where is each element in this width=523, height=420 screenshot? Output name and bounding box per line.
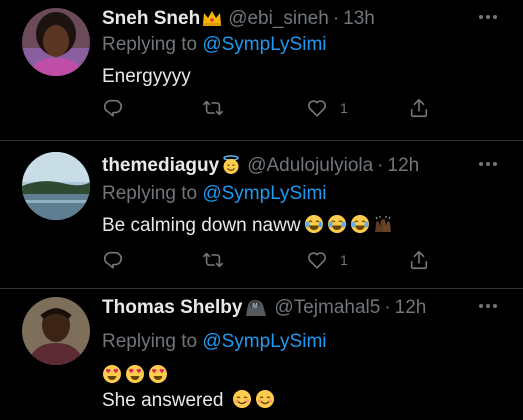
tweet-actions: 1: [102, 248, 432, 272]
avatar-photo: [22, 8, 90, 76]
like-count: 1: [340, 252, 348, 268]
tweet-reply-themediaguy[interactable]: themediaguy @Adulojulyiola · 12h Replyin…: [0, 141, 523, 288]
gorilla-emoji-icon: [244, 297, 268, 320]
mention-link[interactable]: @SympLySimi: [202, 183, 326, 204]
replying-to: Replying to @SympLySimi: [102, 331, 327, 353]
username-handle[interactable]: @Adulojulyiola: [247, 155, 373, 177]
smiling-face-with-heart-eyes-icon: [102, 364, 122, 384]
tweet-actions: 1: [102, 96, 432, 120]
smiling-face-with-heart-eyes-icon: [125, 364, 145, 384]
avatar[interactable]: [22, 8, 90, 76]
more-options-icon[interactable]: [479, 304, 497, 308]
retweet-icon: [203, 100, 223, 116]
retweet-button[interactable]: [202, 96, 224, 120]
replying-to-label: Replying to: [102, 183, 198, 204]
tweet-emoji-line: [102, 364, 168, 387]
face-with-tears-of-joy-icon: [327, 214, 347, 234]
avatar-photo: [22, 297, 90, 365]
tweet-header: themediaguy @Adulojulyiola · 12h: [102, 153, 419, 179]
tweet-reply-thomas-shelby[interactable]: Thomas Shelby @Tejmahal5 · 12h Replying …: [0, 289, 523, 420]
timestamp[interactable]: 13h: [343, 8, 375, 30]
face-with-tears-of-joy-icon: [304, 214, 324, 234]
reply-icon: [103, 99, 123, 117]
tweet-text: Be calming down naww: [102, 215, 301, 236]
smiling-face-with-smiling-eyes-icon: [232, 389, 252, 409]
like-icon: [308, 100, 326, 117]
retweet-icon: [203, 252, 223, 268]
smiling-face-with-smiling-eyes-icon: [255, 389, 275, 409]
tweet-text-line: Be calming down naww: [102, 214, 393, 237]
tweet-text: Energyyyy: [102, 66, 191, 87]
more-options-icon[interactable]: [479, 162, 497, 166]
tweet-reply-sneh-sneh[interactable]: Sneh Sneh @ebi_sineh · 13h Replying to @…: [0, 0, 523, 140]
smiling-face-with-heart-eyes-icon: [148, 364, 168, 384]
reply-button[interactable]: [102, 96, 124, 120]
timestamp[interactable]: 12h: [388, 155, 420, 177]
avatar-photo: [22, 152, 90, 220]
reply-icon: [103, 251, 123, 269]
reply-button[interactable]: [102, 248, 124, 272]
replying-to: Replying to @SympLySimi: [102, 183, 327, 205]
display-name[interactable]: themediaguy: [102, 155, 219, 177]
avatar[interactable]: [22, 297, 90, 365]
more-options-icon[interactable]: [479, 15, 497, 19]
mention-link[interactable]: @SympLySimi: [202, 331, 326, 352]
username-handle[interactable]: @ebi_sineh: [228, 8, 329, 30]
replying-to: Replying to @SympLySimi: [102, 34, 327, 56]
display-name[interactable]: Thomas Shelby: [102, 297, 242, 319]
mention-link[interactable]: @SympLySimi: [202, 34, 326, 55]
retweet-button[interactable]: [202, 248, 224, 272]
tweet-text: She answered: [102, 390, 224, 411]
timestamp[interactable]: 12h: [395, 297, 427, 319]
share-button[interactable]: [408, 248, 430, 272]
share-button[interactable]: [408, 96, 430, 120]
separator-dot: ·: [377, 155, 384, 176]
replying-to-label: Replying to: [102, 331, 198, 352]
raising-hands-icon: [373, 214, 393, 234]
crown-emoji-icon: [202, 9, 222, 30]
display-name[interactable]: Sneh Sneh: [102, 8, 200, 30]
like-button[interactable]: 1: [306, 96, 348, 120]
separator-dot: ·: [384, 297, 391, 318]
face-with-tears-of-joy-icon: [350, 214, 370, 234]
like-icon: [308, 252, 326, 269]
separator-dot: ·: [332, 8, 340, 29]
like-count: 1: [340, 100, 348, 116]
like-button[interactable]: 1: [306, 248, 348, 272]
share-icon: [410, 98, 428, 118]
share-icon: [410, 250, 428, 270]
smiling-face-with-halo-emoji-icon: [221, 154, 241, 178]
replying-to-label: Replying to: [102, 34, 198, 55]
tweet-text-line: She answered: [102, 389, 275, 412]
tweet-header: Sneh Sneh @ebi_sineh · 13h: [102, 6, 375, 32]
tweet-header: Thomas Shelby @Tejmahal5 · 12h: [102, 295, 426, 321]
avatar[interactable]: [22, 152, 90, 220]
username-handle[interactable]: @Tejmahal5: [274, 297, 380, 319]
